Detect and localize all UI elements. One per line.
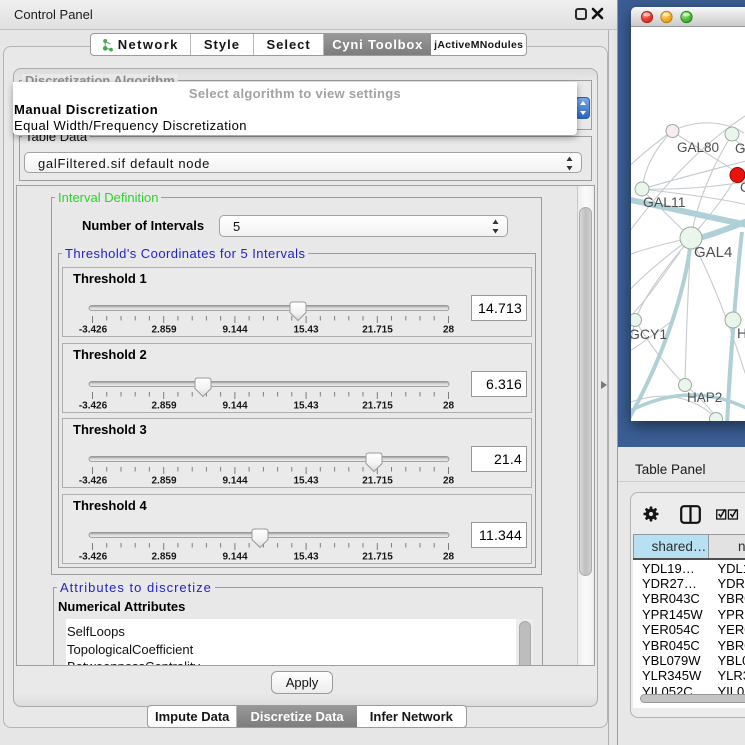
svg-text:C: C: [740, 180, 745, 195]
svg-text:GCY1: GCY1: [631, 326, 667, 342]
svg-text:-3.426: -3.426: [79, 325, 108, 336]
svg-text:21.715: 21.715: [362, 325, 393, 336]
svg-text:9.144: 9.144: [222, 325, 247, 336]
svg-text:2.859: 2.859: [151, 325, 176, 336]
svg-text:GAL11: GAL11: [643, 194, 686, 210]
svg-text:GAL4: GAL4: [694, 244, 732, 261]
svg-text:28: 28: [443, 325, 455, 336]
svg-text:H: H: [737, 325, 745, 341]
svg-text:HAP2: HAP2: [687, 390, 722, 405]
svg-text:GAL1: GAL1: [735, 141, 745, 156]
svg-text:GAL80: GAL80: [677, 140, 719, 155]
svg-text:15.43: 15.43: [293, 325, 318, 336]
